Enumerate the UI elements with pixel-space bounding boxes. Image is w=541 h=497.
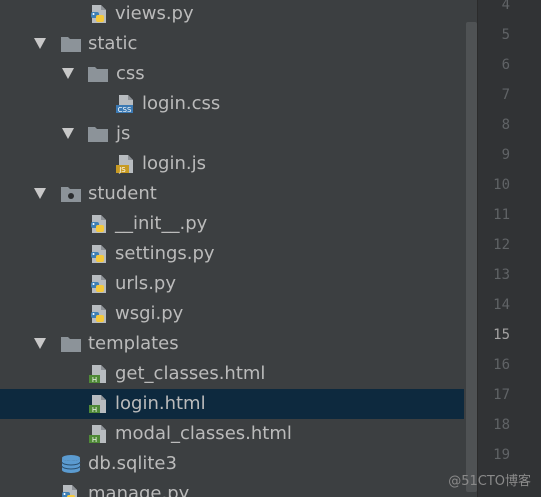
tree-item-modal-classes-html[interactable]: Hmodal_classes.html xyxy=(0,419,477,449)
tree-item-label: login.css xyxy=(142,93,221,114)
folder-icon xyxy=(60,34,82,54)
tree-item-label: login.js xyxy=(142,153,206,174)
tree-item-templates[interactable]: templates xyxy=(0,329,477,359)
line-number: 8 xyxy=(501,117,510,133)
tree-item-label: settings.py xyxy=(115,243,215,264)
tree-item-views-py[interactable]: views.py xyxy=(0,0,477,29)
line-number: 16 xyxy=(493,357,510,373)
svg-text:CSS: CSS xyxy=(118,106,132,114)
html-file-icon: H xyxy=(89,394,111,414)
tree-item-login-css[interactable]: CSS login.css xyxy=(0,89,477,119)
tree-item-label: login.html xyxy=(115,393,206,414)
package-folder-icon xyxy=(60,184,82,204)
tree-item-label: manage.py xyxy=(88,483,190,497)
tree-item-label: templates xyxy=(88,333,179,354)
python-file-icon xyxy=(89,274,111,294)
python-file-icon xyxy=(60,484,82,497)
tree-item-label: __init__.py xyxy=(115,213,208,234)
chevron-down-icon[interactable] xyxy=(62,68,74,79)
line-number: 17 xyxy=(493,387,510,403)
folder-icon xyxy=(87,124,109,144)
tree-item-student[interactable]: student xyxy=(0,179,477,209)
tree-item-manage-py[interactable]: manage.py xyxy=(0,479,477,497)
python-file-icon xyxy=(89,304,111,324)
tree-item-label: css xyxy=(116,63,145,84)
tree-item-init-py[interactable]: __init__.py xyxy=(0,209,477,239)
chevron-down-icon[interactable] xyxy=(34,38,46,49)
database-icon xyxy=(60,454,82,474)
tree-item-login-html[interactable]: Hlogin.html xyxy=(0,389,477,419)
line-number: 19 xyxy=(493,447,510,463)
tree-item-get-classes-html[interactable]: Hget_classes.html xyxy=(0,359,477,389)
css-file-icon: CSS xyxy=(116,94,138,114)
python-file-icon xyxy=(89,214,111,234)
line-number: 15 xyxy=(493,327,510,343)
project-tree: views.py static css CSS login.css js JS login.j… xyxy=(0,0,477,497)
line-number: 4 xyxy=(501,0,510,13)
line-number: 11 xyxy=(493,207,510,223)
tree-item-settings-py[interactable]: settings.py xyxy=(0,239,477,269)
svg-text:H: H xyxy=(92,436,97,444)
tree-item-label: modal_classes.html xyxy=(115,423,292,444)
line-number: 5 xyxy=(501,27,510,43)
svg-text:H: H xyxy=(92,376,97,384)
tree-item-label: db.sqlite3 xyxy=(88,453,177,474)
folder-icon xyxy=(87,64,109,84)
tree-item-label: js xyxy=(116,123,131,144)
chevron-down-icon[interactable] xyxy=(34,188,46,199)
tree-item-login-js[interactable]: JS login.js xyxy=(0,149,477,179)
tree-item-wsgi-py[interactable]: wsgi.py xyxy=(0,299,477,329)
tree-item-label: static xyxy=(88,33,138,54)
line-number: 9 xyxy=(501,147,510,163)
js-file-icon: JS xyxy=(116,154,138,174)
line-number: 10 xyxy=(493,177,510,193)
chevron-down-icon[interactable] xyxy=(34,338,46,349)
tree-item-label: urls.py xyxy=(115,273,176,294)
tree-item-urls-py[interactable]: urls.py xyxy=(0,269,477,299)
line-number: 12 xyxy=(493,237,510,253)
python-file-icon xyxy=(89,4,111,24)
svg-text:H: H xyxy=(92,406,97,414)
tree-item-label: get_classes.html xyxy=(115,363,266,384)
editor-gutter: 4 5 6 7 8 9 10 11 12 13 14 15 16 17 18 19 xyxy=(477,0,541,497)
tree-item-css[interactable]: css xyxy=(0,59,477,89)
line-number: 14 xyxy=(493,297,510,313)
line-number: 6 xyxy=(501,57,510,73)
tree-item-db-sqlite3[interactable]: db.sqlite3 xyxy=(0,449,477,479)
html-file-icon: H xyxy=(89,364,111,384)
html-file-icon: H xyxy=(89,424,111,444)
line-number: 7 xyxy=(501,87,510,103)
line-number: 13 xyxy=(493,267,510,283)
tree-item-static[interactable]: static xyxy=(0,29,477,59)
folder-icon xyxy=(60,334,82,354)
chevron-down-icon[interactable] xyxy=(62,128,74,139)
tree-item-label: student xyxy=(88,183,157,204)
svg-text:JS: JS xyxy=(118,166,126,174)
tree-item-label: views.py xyxy=(115,3,194,24)
line-number: 18 xyxy=(493,417,510,433)
python-file-icon xyxy=(89,244,111,264)
watermark: @51CTO博客 xyxy=(448,474,531,489)
tree-item-label: wsgi.py xyxy=(115,303,184,324)
tree-item-js[interactable]: js xyxy=(0,119,477,149)
